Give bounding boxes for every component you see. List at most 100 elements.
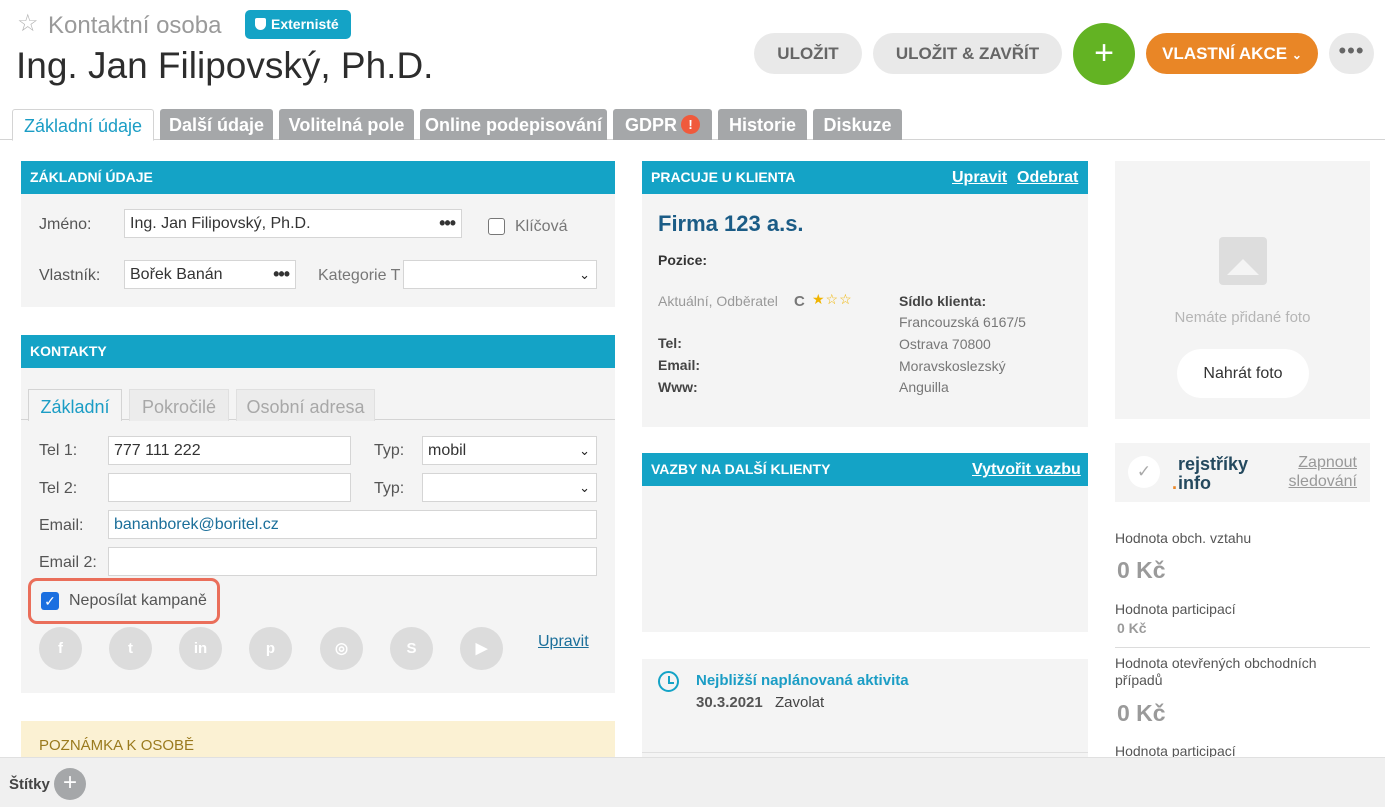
client-panel: PRACUJE U KLIENTA Upravit Odebrat Firma … <box>642 161 1088 427</box>
phone2-type-select[interactable]: ⌄ <box>422 473 597 502</box>
clock-icon <box>658 671 679 692</box>
address-line: Francouzská 6167/5 <box>899 314 1026 330</box>
youtube-icon[interactable]: ▶ <box>460 627 503 670</box>
save-button[interactable]: ULOŽIT <box>754 33 862 74</box>
client-grade: C <box>794 293 805 310</box>
add-button[interactable]: + <box>1073 23 1135 85</box>
subtab-basic[interactable]: Základní <box>28 389 122 421</box>
custom-actions-button[interactable]: VLASTNÍ AKCE ⌄ <box>1146 33 1318 74</box>
chevron-down-icon: ⌄ <box>1291 48 1302 62</box>
type1-label: Typ: <box>374 442 405 459</box>
activity-text: Zavolat <box>775 694 825 711</box>
group-badge[interactable]: Externisté <box>245 10 351 39</box>
relations-heading: VAZBY NA DALŠÍ KLIENTY Vytvořit vazbu <box>642 453 1088 486</box>
record-type-label: Kontaktní osoba <box>48 12 222 39</box>
name-label: Jméno: <box>39 216 92 233</box>
client-seat-label: Sídlo klienta: <box>899 293 987 309</box>
email2-label: Email 2: <box>39 554 97 571</box>
rating-stars-icon: ★☆☆ <box>812 291 853 307</box>
stat-label-cont: případů <box>1115 672 1163 688</box>
tel2-input[interactable] <box>108 473 351 502</box>
page-title: Ing. Jan Filipovský, Ph.D. <box>16 45 434 86</box>
add-tag-button[interactable]: + <box>54 768 86 800</box>
remove-client-link[interactable]: Odebrat <box>1017 161 1078 194</box>
name-field[interactable]: Ing. Jan Filipovský, Ph.D. ••• <box>124 209 462 238</box>
no-campaigns-checkbox[interactable]: ✓ <box>41 592 59 610</box>
tab-online-signing[interactable]: Online podepisování <box>420 109 607 140</box>
registry-logo-line1: rejstříky <box>1178 454 1249 474</box>
subtab-advanced[interactable]: Pokročilé <box>129 389 229 421</box>
divider <box>1115 647 1370 648</box>
tab-basic-info[interactable]: Základní údaje <box>12 109 154 141</box>
client-heading: PRACUJE U KLIENTA Upravit Odebrat <box>642 161 1088 194</box>
enable-tracking-link-line1[interactable]: Zapnout <box>1287 454 1357 472</box>
more-actions-button[interactable]: ••• <box>1329 33 1374 74</box>
more-dots-icon[interactable]: ••• <box>273 261 290 288</box>
position-label: Pozice: <box>658 252 708 268</box>
note-heading: POZNÁMKA K OSOBĚ <box>39 737 195 754</box>
tel1-label: Tel 1: <box>39 442 78 459</box>
alert-icon: ! <box>681 115 700 134</box>
address-line: Ostrava 70800 <box>899 336 991 352</box>
tab-history[interactable]: Historie <box>718 109 807 140</box>
main-tabs: Základní údaje Další údaje Volitelná pol… <box>0 109 1385 141</box>
tab-discussion[interactable]: Diskuze <box>813 109 902 140</box>
stat-label: Hodnota participací <box>1115 601 1236 617</box>
relations-heading-label: VAZBY NA DALŠÍ KLIENTY <box>651 461 831 477</box>
no-campaigns-highlight: ✓ Neposílat kampaně <box>28 578 220 624</box>
image-placeholder-icon <box>1219 237 1267 285</box>
owner-field[interactable]: Bořek Banán ••• <box>124 260 296 289</box>
twitter-icon[interactable]: t <box>109 627 152 670</box>
enable-tracking-link-line2[interactable]: sledování <box>1277 473 1358 491</box>
favorite-star-icon[interactable]: ☆ <box>17 11 39 37</box>
save-close-button[interactable]: ULOŽIT & ZAVŘÍT <box>873 33 1062 74</box>
tab-gdpr-label: GDPR <box>624 115 677 135</box>
photo-panel: Nemáte přidané foto Nahrát foto <box>1115 161 1370 419</box>
no-photo-text: Nemáte přidané foto <box>1174 309 1311 326</box>
stat-value: 0 Kč <box>1117 557 1166 583</box>
address-line: Moravskoslezský <box>899 358 1006 374</box>
phone-type-select[interactable]: mobil ⌄ <box>422 436 597 465</box>
stat-label: Hodnota obch. vztahu <box>1115 530 1252 546</box>
tab-more-info[interactable]: Další údaje <box>160 109 273 140</box>
owner-label: Vlastník: <box>39 267 101 284</box>
contact-subtabs: Základní Pokročilé Osobní adresa <box>21 389 615 421</box>
registry-panel: ✓ rejstříky . info Zapnout sledování <box>1115 443 1370 502</box>
email-label: Email: <box>39 517 84 534</box>
stat-label: Hodnota otevřených obchodních <box>1115 655 1317 671</box>
email2-input[interactable] <box>108 547 597 576</box>
chevron-down-icon: ⌄ <box>579 480 590 495</box>
client-email-label: Email: <box>658 357 701 373</box>
divider <box>642 752 1088 753</box>
linkedin-icon[interactable]: in <box>179 627 222 670</box>
registry-logo-dot: . <box>1172 473 1178 493</box>
custom-actions-label: VLASTNÍ AKCE <box>1162 44 1288 63</box>
activity-title[interactable]: Nejbližší naplánovaná aktivita <box>696 672 909 689</box>
tel2-label: Tel 2: <box>39 480 78 497</box>
client-heading-label: PRACUJE U KLIENTA <box>651 169 796 185</box>
check-icon: ✓ <box>1128 456 1160 488</box>
facebook-icon[interactable]: f <box>39 627 82 670</box>
category-select[interactable]: ⌄ <box>403 260 597 289</box>
stat-value: 0 Kč <box>1117 620 1147 636</box>
create-relation-link[interactable]: Vytvořit vazbu <box>972 453 1081 486</box>
instagram-icon[interactable]: ◎ <box>320 627 363 670</box>
client-status: Aktuální, Odběratel <box>658 293 778 309</box>
no-campaigns-label: Neposílat kampaně <box>69 592 207 609</box>
upload-photo-button[interactable]: Nahrát foto <box>1177 349 1309 398</box>
tel1-input[interactable]: 777 111 222 <box>108 436 351 465</box>
key-contact-checkbox[interactable] <box>488 218 505 235</box>
company-name[interactable]: Firma 123 a.s. <box>658 211 804 237</box>
edit-social-link[interactable]: Upravit <box>538 633 589 651</box>
shield-icon <box>255 18 266 30</box>
tab-gdpr[interactable]: GDPR! <box>613 109 712 140</box>
tab-optional-fields[interactable]: Volitelná pole <box>279 109 414 140</box>
subtab-personal-address[interactable]: Osobní adresa <box>236 389 375 421</box>
email-input[interactable]: bananborek@boritel.cz <box>108 510 597 539</box>
basic-info-panel: ZÁKLADNÍ ÚDAJE Jméno: Ing. Jan Filipovsk… <box>21 161 615 307</box>
client-tel-label: Tel: <box>658 335 682 351</box>
skype-icon[interactable]: S <box>390 627 433 670</box>
pinterest-icon[interactable]: p <box>249 627 292 670</box>
more-dots-icon[interactable]: ••• <box>439 210 456 237</box>
edit-client-link[interactable]: Upravit <box>952 161 1007 194</box>
